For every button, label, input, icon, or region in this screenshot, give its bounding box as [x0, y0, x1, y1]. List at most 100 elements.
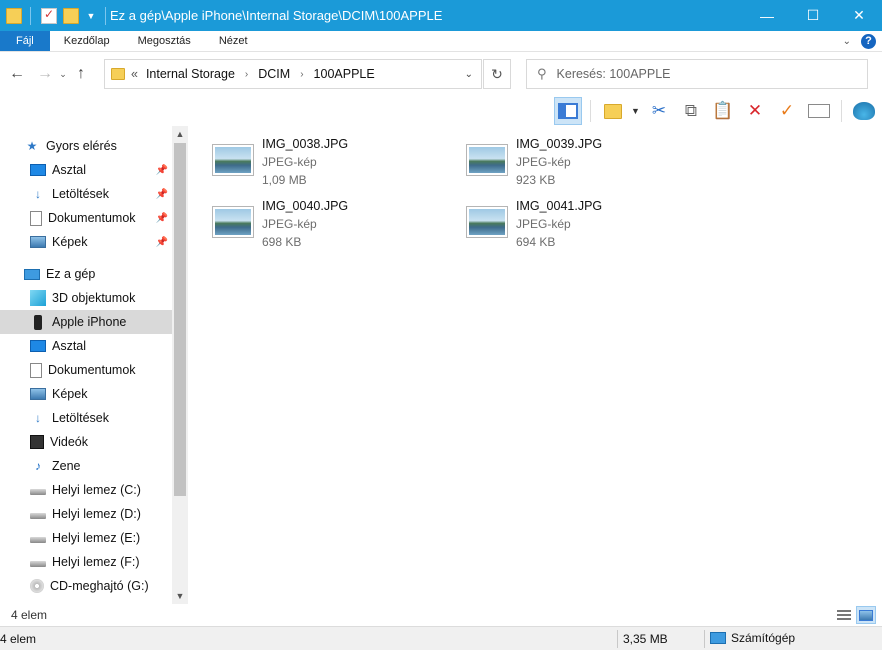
sidebar-item-asztal[interactable]: Asztal — [0, 334, 172, 358]
sidebar-item-apple-iphone[interactable]: Apple iPhone — [0, 310, 172, 334]
sidebar-item-zene[interactable]: ♪ Zene — [0, 454, 172, 478]
search-box[interactable]: ⚲ — [526, 59, 868, 89]
video-icon — [30, 435, 44, 449]
forward-button[interactable]: → — [34, 65, 56, 83]
delete-button[interactable]: ✕ — [741, 97, 769, 125]
quick-access-item[interactable]: ★ Gyors elérés — [0, 134, 172, 158]
copy-icon: ⧉ — [684, 101, 698, 120]
refresh-button[interactable]: ↻ — [483, 59, 511, 89]
tab-home[interactable]: Kezdőlap — [50, 31, 124, 51]
navigation-tree: ★ Gyors elérés Asztal 📌 ↓ Letöltések 📌 D… — [0, 126, 172, 598]
sidebar-item-3d-objects[interactable]: 3D objektumok — [0, 286, 172, 310]
status-location: Számítógép — [710, 631, 795, 645]
file-size: 1,09 MB — [262, 173, 307, 187]
pictures-icon — [30, 236, 46, 248]
sidebar-item-videok[interactable]: Videók — [0, 430, 172, 454]
sidebar-item-dokumentumok[interactable]: Dokumentumok 📌 — [0, 206, 172, 230]
properties-button[interactable] — [805, 97, 833, 125]
this-pc-item[interactable]: Ez a gép — [0, 262, 172, 286]
tab-share[interactable]: Megosztás — [124, 31, 205, 51]
pin-icon[interactable]: 📌 — [156, 189, 168, 200]
sidebar-item-label: Helyi lemez (F:) — [52, 555, 140, 569]
breadcrumb-100apple[interactable]: 100APPLE — [314, 67, 375, 81]
tab-view[interactable]: Nézet — [205, 31, 262, 51]
navigation-pane-button[interactable] — [554, 97, 582, 125]
sidebar-item-kepek[interactable]: Képek 📌 — [0, 230, 172, 254]
shell-button[interactable] — [850, 97, 878, 125]
details-view-button[interactable] — [834, 606, 854, 624]
pin-icon[interactable]: 📌 — [156, 213, 168, 224]
delete-icon: ✕ — [747, 101, 763, 120]
scroll-up-icon[interactable]: ▲ — [172, 126, 188, 142]
pin-icon[interactable]: 📌 — [156, 237, 168, 248]
sidebar-item-letoltesek[interactable]: ↓ Letöltések — [0, 406, 172, 430]
sidebar-item-label: Dokumentumok — [48, 211, 136, 225]
folder-icon[interactable] — [6, 7, 22, 24]
sidebar-item-cd-drive[interactable]: CD-meghajtó (G:) — [0, 574, 172, 598]
recent-locations-dropdown[interactable]: ⌄ — [56, 69, 70, 80]
paste-button[interactable]: 📋 — [709, 97, 737, 125]
file-tile[interactable]: IMG_0038.JPG JPEG-kép 1,09 MB — [200, 132, 450, 188]
breadcrumb-internal-storage[interactable]: Internal Storage — [146, 67, 235, 81]
sidebar-item-label: Helyi lemez (C:) — [52, 483, 141, 497]
computer-icon — [710, 632, 726, 644]
sidebar-item-label: Videók — [50, 435, 88, 449]
chevron-right-icon[interactable]: › — [300, 69, 303, 80]
pin-icon[interactable]: 📌 — [156, 165, 168, 176]
file-list: IMG_0038.JPG JPEG-kép 1,09 MB IMG_0039.J… — [200, 132, 800, 272]
up-button[interactable]: ↑ — [70, 65, 92, 83]
back-button[interactable]: ← — [6, 65, 28, 83]
chevron-right-icon[interactable]: › — [245, 69, 248, 80]
search-icon: ⚲ — [537, 66, 547, 81]
image-thumbnail-icon — [466, 206, 508, 238]
close-button[interactable]: ✕ — [836, 0, 882, 31]
divider — [704, 630, 705, 648]
minimize-button[interactable]: — — [744, 0, 790, 31]
chevron-down-icon[interactable]: ⌄ — [465, 69, 473, 80]
help-icon[interactable]: ? — [861, 33, 876, 49]
sidebar-item-drive-e[interactable]: Helyi lemez (E:) — [0, 526, 172, 550]
sidebar-item-dokumentumok[interactable]: Dokumentumok — [0, 358, 172, 382]
address-bar[interactable]: « Internal Storage › DCIM › 100APPLE ⌄ — [104, 59, 482, 89]
file-tile[interactable]: IMG_0041.JPG JPEG-kép 694 KB — [454, 194, 704, 250]
star-icon: ★ — [26, 139, 38, 153]
navigation-scrollbar[interactable]: ▲ ▼ — [172, 126, 188, 604]
expand-ribbon-icon[interactable]: ⌄ — [843, 36, 851, 47]
file-size: 923 KB — [516, 173, 556, 187]
breadcrumb-overflow[interactable]: « — [131, 67, 138, 81]
sidebar-item-drive-d[interactable]: Helyi lemez (D:) — [0, 502, 172, 526]
customize-toolbar-dropdown[interactable]: ▼ — [85, 11, 97, 21]
tab-file[interactable]: Fájl — [0, 31, 50, 51]
sidebar-item-letoltesek[interactable]: ↓ Letöltések 📌 — [0, 182, 172, 206]
tiles-view-button[interactable] — [856, 606, 876, 624]
sidebar-item-drive-f[interactable]: Helyi lemez (F:) — [0, 550, 172, 574]
chevron-down-icon[interactable]: ▼ — [631, 106, 641, 116]
sidebar-item-label: Apple iPhone — [52, 315, 127, 329]
search-input[interactable] — [556, 67, 847, 81]
ribbon-tab-bar: Fájl Kezdőlap Megosztás Nézet ⌄ ? — [0, 31, 882, 52]
file-tile[interactable]: IMG_0039.JPG JPEG-kép 923 KB — [454, 132, 704, 188]
image-thumbnail-icon — [212, 144, 254, 176]
file-size: 694 KB — [516, 235, 556, 249]
divider — [30, 6, 31, 25]
new-folder-icon[interactable] — [63, 7, 79, 24]
breadcrumb-dcim[interactable]: DCIM — [258, 67, 290, 81]
maximize-button[interactable]: ☐ — [790, 0, 836, 31]
sidebar-item-label: Letöltések — [52, 411, 109, 425]
drive-icon — [30, 489, 46, 495]
sidebar-item-kepek[interactable]: Képek — [0, 382, 172, 406]
download-icon: ↓ — [35, 187, 41, 201]
copy-button[interactable]: ⧉ — [677, 97, 705, 125]
sidebar-item-asztal[interactable]: Asztal 📌 — [0, 158, 172, 182]
scroll-down-icon[interactable]: ▼ — [172, 588, 188, 604]
properties-icon[interactable] — [41, 7, 57, 24]
sidebar-item-drive-c[interactable]: Helyi lemez (C:) — [0, 478, 172, 502]
status-item-count: 4 elem — [0, 632, 37, 646]
rename-button[interactable]: ✓ — [773, 97, 801, 125]
cut-button[interactable]: ✂ — [645, 97, 673, 125]
scrollbar-thumb[interactable] — [174, 143, 186, 496]
new-folder-button[interactable] — [599, 97, 627, 125]
command-toolbar: ▼ ✂ ⧉ 📋 ✕ ✓ — [554, 96, 878, 126]
file-tile[interactable]: IMG_0040.JPG JPEG-kép 698 KB — [200, 194, 450, 250]
download-icon: ↓ — [35, 411, 41, 425]
